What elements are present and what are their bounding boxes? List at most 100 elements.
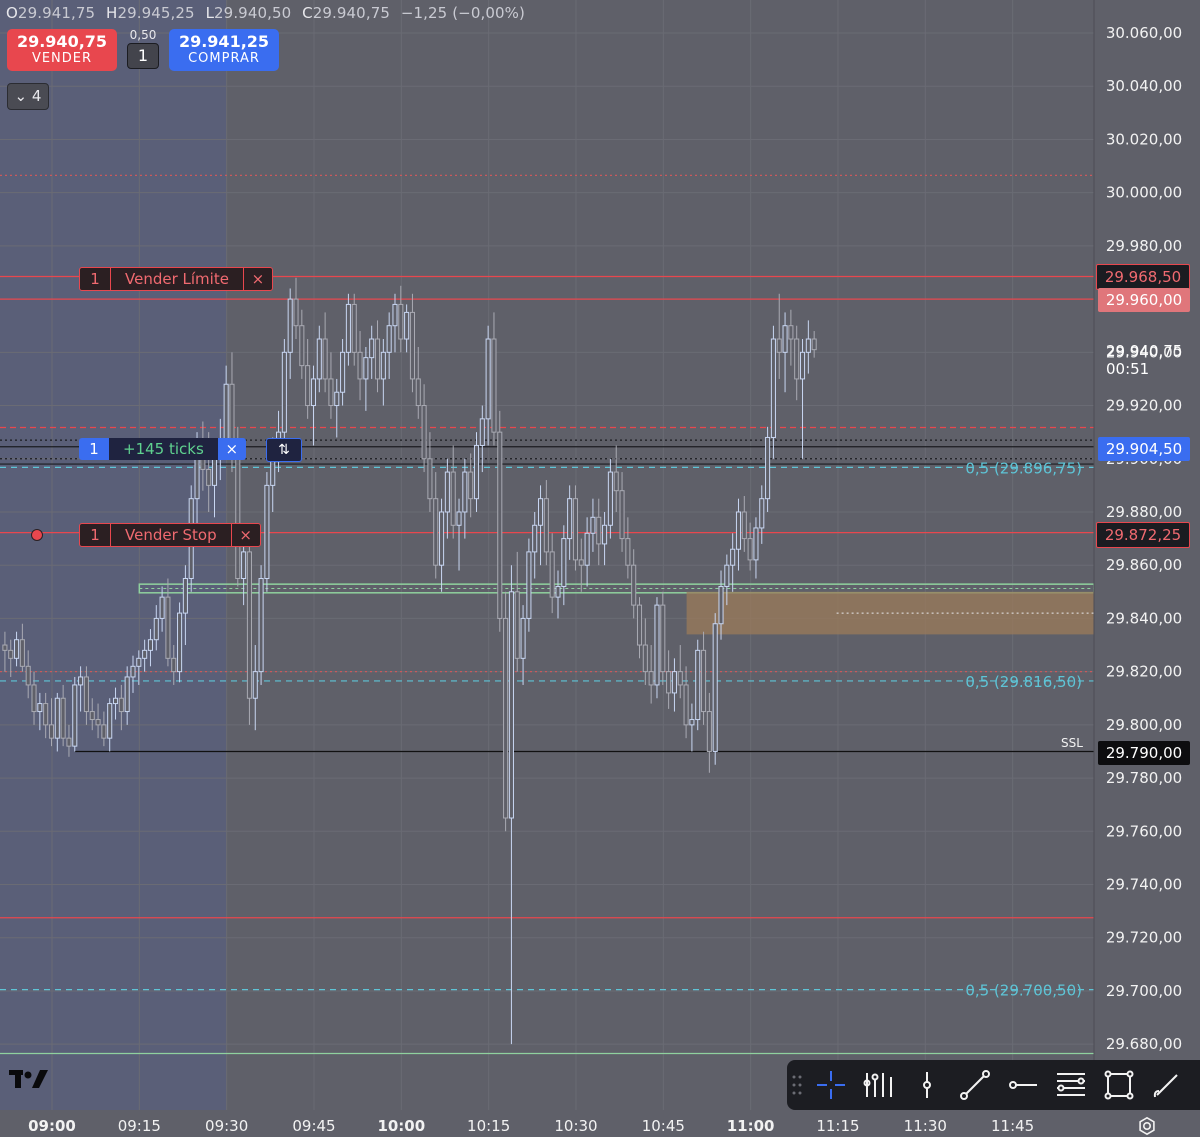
candle-body [340,351,346,393]
order-qty: 1 [80,268,111,290]
candle-body [287,298,293,353]
stop-price-tag[interactable]: 29.872,25 [1096,522,1190,548]
candle-body [2,644,8,651]
candle-body [561,538,567,587]
ohlc-readout: O29.941,75 H29.945,25 L29.940,50 C29.940… [6,4,531,22]
chevron-down-icon: ⌄ [14,87,28,105]
candle-body [794,338,800,380]
drag-handle-icon[interactable] [787,1065,807,1105]
candle-body [182,578,188,614]
ohlc-change: −1,25 (−0,00%) [400,4,525,22]
candle-body [735,511,742,550]
candle-body [200,458,206,470]
sell-stop-order-tag[interactable]: 1 Vender Stop × [79,523,261,547]
close-position-button[interactable]: × [218,438,246,460]
chart-plot-area [226,0,1094,1110]
sell-button[interactable]: 29.940,75 VENDER [7,29,117,71]
current-price: 29.940,75 [1106,342,1183,360]
cancel-order-button[interactable]: × [230,524,260,546]
candle-body [369,338,375,359]
order-qty: 1 [80,524,111,546]
candle-body [258,578,264,673]
candle-body [386,325,392,353]
buy-price: 29.941,25 [178,32,270,51]
alert-price-tag[interactable]: 29.960,00 [1098,288,1190,312]
time-tick-label: 09:45 [292,1117,335,1135]
price-tick-label: 29.740,00 [1106,876,1182,894]
fib-retracement-icon[interactable] [1047,1065,1095,1105]
candle-body [83,676,89,713]
candle-body [398,303,404,340]
quantity-input[interactable]: 1 [127,43,159,69]
candle-body [60,697,66,739]
time-tick-label: 10:30 [554,1117,597,1135]
candle-body [316,338,322,380]
limit-price-tag[interactable]: 29.968,50 [1096,264,1190,290]
candle-body [299,325,305,367]
position-tag[interactable]: 1 +145 ticks × [79,438,246,460]
candle-body [660,604,666,673]
candle-body [636,604,643,646]
candle-body [159,596,165,619]
ohlc-value: 29.940,50 [214,4,292,22]
time-tick-label: 10:00 [377,1117,425,1135]
time-tick-label: 11:15 [816,1117,859,1135]
candle-body [171,657,177,673]
candle-body [48,724,55,739]
horizontal-ray-icon[interactable] [999,1065,1047,1105]
alert-marker[interactable] [31,529,43,541]
settings-gear-icon[interactable] [1137,1116,1157,1136]
candle-body [578,559,584,566]
time-tick-label: 09:30 [205,1117,248,1135]
candle-body [107,703,113,739]
candle-body [54,697,60,739]
position-price-tag[interactable]: 29.904,50 [1098,437,1190,461]
ssl-price-tag: 29.790,00 [1098,741,1190,765]
ohlc-value: 29.941,75 [17,4,96,22]
candle-body [43,703,49,726]
rectangle-icon[interactable] [1095,1065,1143,1105]
candle-body [654,604,660,686]
candle-body [380,351,386,380]
cancel-order-button[interactable]: × [242,268,272,290]
candle-body [72,684,78,747]
vertical-line-icon[interactable] [903,1065,951,1105]
candle-body [293,298,299,327]
ohlc-key: H [106,4,118,22]
candle-body [305,365,311,407]
candle-body [491,338,497,433]
ohlc-key: O [6,4,18,22]
candle-body [450,471,456,526]
candle-body [147,639,153,651]
crosshair-icon[interactable] [807,1065,855,1105]
candle-body [421,405,427,460]
buy-button[interactable]: 29.941,25 COMPRAR [169,29,279,71]
trend-line-icon[interactable] [951,1065,999,1105]
candle-body [177,612,183,673]
price-tick-label: 30.020,00 [1106,130,1182,148]
ohlc-key: C [302,4,313,22]
fib-tools-icon[interactable] [855,1065,903,1105]
candle-body [310,378,317,407]
sell-limit-order-tag[interactable]: 1 Vender Límite × [79,267,273,291]
candle-body [712,623,718,752]
candle-body [689,719,695,726]
price-tick-label: 29.680,00 [1106,1035,1182,1053]
drawing-toolbar [787,1060,1200,1110]
candlestick-chart[interactable]: 30.060,00 30.040,00 30.020,00 30.000,00 29.9… [0,0,1200,1137]
candle-body [264,484,270,580]
candle-body [404,311,410,340]
sell-label: VENDER [31,51,93,66]
candle-body [252,671,258,699]
candle-body [322,338,328,380]
brush-icon[interactable] [1143,1065,1191,1105]
collapse-indicators-button[interactable]: ⌄ 4 [7,83,49,110]
candle-body [415,378,421,407]
candle-body [37,703,43,713]
price-tick-label: 30.000,00 [1106,184,1182,202]
candle-body [479,418,485,446]
reverse-position-button[interactable]: ⇅ [266,438,302,462]
candle-body [811,338,817,351]
price-tick-label: 29.800,00 [1106,716,1182,734]
candle-body [153,617,159,641]
